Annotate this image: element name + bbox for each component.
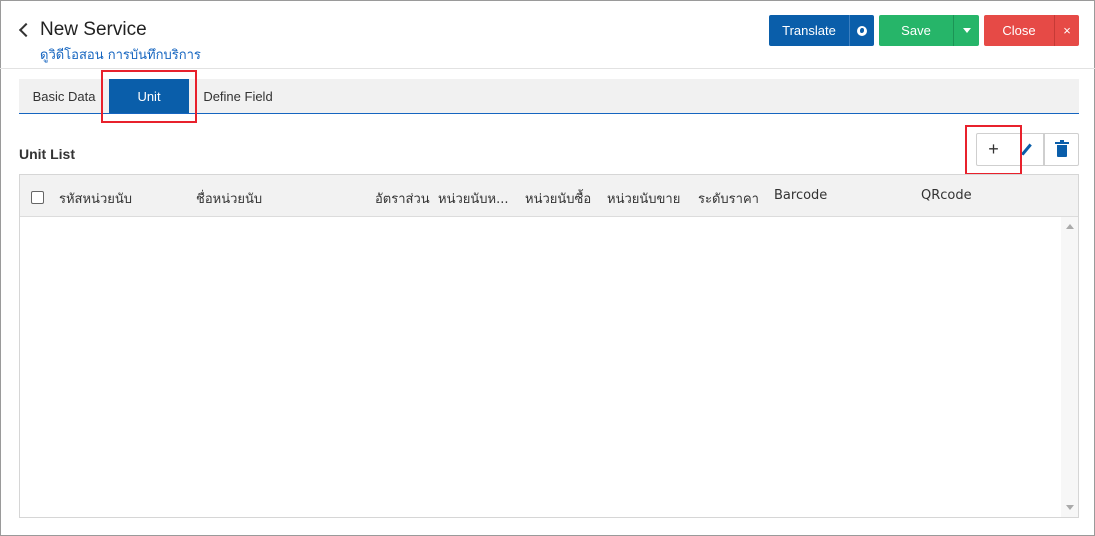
page-title: New Service [40, 19, 147, 40]
table-scrollbar[interactable] [1061, 217, 1078, 517]
delete-unit-button[interactable] [1044, 133, 1079, 166]
tab-basic-data[interactable]: Basic Data [25, 79, 103, 113]
save-dropdown-button[interactable] [953, 15, 979, 46]
trash-icon [1054, 140, 1069, 157]
tab-bar: Basic Data Unit Define Field [19, 79, 1079, 114]
scroll-up-icon[interactable] [1066, 224, 1074, 229]
tutorial-video-link[interactable]: ดูวิดีโอสอน การบันทึกบริการ [40, 44, 201, 65]
column-sales-unit[interactable]: หน่วยนับขาย [607, 188, 680, 209]
column-unit-name[interactable]: ชื่อหน่วยนับ [196, 188, 262, 209]
translate-button[interactable]: Translate [769, 15, 849, 46]
column-unit-main[interactable]: หน่วยนับห... [438, 188, 508, 209]
scroll-down-icon[interactable] [1066, 505, 1074, 510]
pencil-icon [1021, 143, 1032, 156]
page-header: New Service ดูวิดีโอสอน การบันทึกบริการ … [0, 0, 1095, 69]
close-button[interactable]: Close [984, 15, 1054, 46]
translate-globe-button[interactable] [849, 15, 874, 46]
tab-unit[interactable]: Unit [109, 79, 189, 113]
select-all-checkbox[interactable] [31, 191, 44, 204]
column-price-level[interactable]: ระดับราคา [698, 188, 759, 209]
unit-table: รหัสหน่วยนับ ชื่อหน่วยนับ อัตราส่วน หน่ว… [19, 174, 1079, 518]
add-unit-button[interactable]: + [976, 133, 1011, 166]
column-purchase-unit[interactable]: หน่วยนับซื้อ [525, 188, 591, 209]
unit-list-title: Unit List [19, 146, 75, 162]
save-button[interactable]: Save [879, 15, 953, 46]
caret-down-icon [962, 28, 971, 33]
column-barcode[interactable]: Barcode [774, 188, 827, 203]
table-header: รหัสหน่วยนับ ชื่อหน่วยนับ อัตราส่วน หน่ว… [20, 175, 1078, 217]
close-x-button[interactable]: × [1054, 15, 1079, 46]
column-ratio[interactable]: อัตราส่วน [375, 188, 430, 209]
tab-define-field[interactable]: Define Field [197, 79, 279, 113]
back-chevron-icon[interactable] [16, 20, 32, 40]
edit-unit-button[interactable] [1010, 133, 1044, 166]
column-qrcode[interactable]: QRcode [921, 188, 972, 203]
column-unit-code[interactable]: รหัสหน่วยนับ [59, 188, 132, 209]
globe-icon [857, 25, 867, 36]
